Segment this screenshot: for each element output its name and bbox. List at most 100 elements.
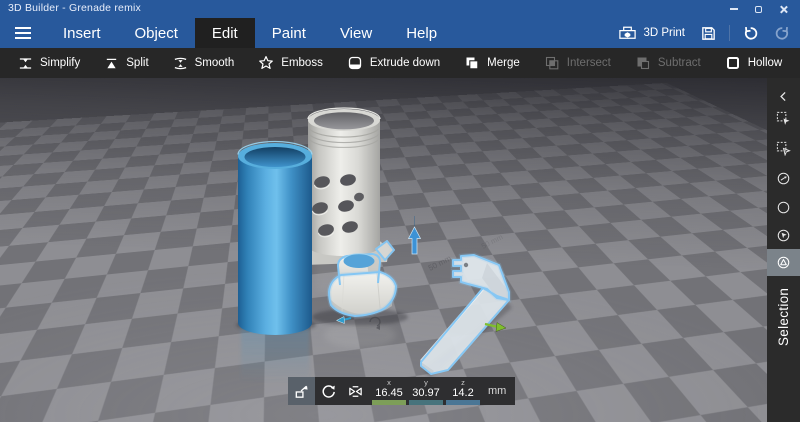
intersect-label: Intersect (566, 57, 611, 69)
scale-tool-icon (349, 385, 362, 397)
hollow-button[interactable]: Hollow (713, 48, 795, 78)
move-tool-icon (295, 385, 308, 398)
smooth-icon (174, 57, 186, 69)
menu-object[interactable]: Object (118, 18, 195, 48)
x-accent-underline (372, 400, 406, 405)
minimize-button[interactable] (721, 0, 746, 18)
rotate-tool-button[interactable] (315, 377, 342, 405)
x-axis-label: x (387, 378, 391, 387)
smooth-button[interactable]: Smooth (161, 48, 247, 78)
marquee-select-icon (776, 111, 790, 125)
perforated-cylinder-object[interactable] (303, 107, 389, 265)
transform-bar: x 16.45 y 30.97 z 14.2 mm (288, 377, 516, 405)
circle-arrow-icon (777, 172, 790, 185)
edit-toolbar: Simplify Split Smooth Emboss Extrude dow… (0, 48, 800, 78)
split-button[interactable]: Split (92, 48, 160, 78)
y-dimension-field[interactable]: y 30.97 (409, 377, 443, 405)
3d-viewport[interactable]: 50 mm 50 mm x 16.45 y 30.97 z 14.2 mm (0, 78, 800, 422)
circle-triangle-icon (777, 256, 790, 269)
intersect-button[interactable]: Intersect (532, 48, 623, 78)
z-dimension-field[interactable]: z 14.2 (446, 377, 480, 405)
unit-label: mm (488, 385, 507, 397)
window-controls (721, 0, 796, 18)
menubar: Insert Object Edit Paint View Help 3D Pr… (0, 18, 800, 48)
window-title: 3D Builder - Grenade remix (8, 2, 141, 14)
split-icon (107, 58, 117, 68)
save-icon (702, 26, 715, 40)
menu-help[interactable]: Help (389, 18, 454, 48)
smooth-label: Smooth (194, 57, 235, 69)
select-none-button[interactable] (767, 135, 800, 162)
maximize-button[interactable] (746, 0, 771, 18)
rotate-tool-icon (322, 384, 335, 398)
scale-tool-button[interactable] (342, 377, 369, 405)
maximize-icon (755, 5, 762, 13)
extrude-down-label: Extrude down (369, 57, 441, 69)
cursor-select-mode-button[interactable] (767, 222, 800, 249)
split-label: Split (126, 57, 149, 69)
close-button[interactable] (771, 0, 796, 18)
titlebar: 3D Builder - Grenade remix (0, 0, 800, 18)
move-tool-button[interactable] (288, 377, 315, 405)
selection-mode-circle-button[interactable] (767, 194, 800, 221)
toolbar-divider (729, 25, 730, 41)
chevron-left-icon (780, 91, 786, 102)
menu-edit[interactable]: Edit (194, 18, 255, 48)
z-axis-label: z (461, 378, 465, 387)
subtract-icon (637, 57, 649, 70)
z-accent-underline (446, 400, 480, 405)
marquee-deselect-icon (776, 141, 791, 156)
x-dimension-value: 16.45 (375, 387, 403, 399)
redo-icon (775, 26, 789, 40)
y-accent-underline (409, 400, 443, 405)
menu-paint[interactable]: Paint (255, 18, 323, 48)
move-up-handle[interactable] (407, 216, 422, 255)
floor-measurement-label: 50 mm (427, 254, 453, 273)
circle-cursor-icon (777, 229, 790, 242)
3d-print-label: 3D Print (643, 27, 685, 39)
emboss-button[interactable]: Emboss (246, 48, 335, 78)
3d-builder-window: 3D Builder - Grenade remix Insert Object… (0, 0, 800, 422)
close-icon (779, 5, 788, 14)
invert-selection-button[interactable] (767, 165, 800, 192)
x-dimension-field[interactable]: x 16.45 (372, 377, 406, 405)
selection-sidebar: Selection (767, 78, 800, 422)
floor-measurement-label: 50 mm (480, 232, 505, 250)
y-axis-label: y (424, 378, 428, 387)
extrude-down-button[interactable]: Extrude down (335, 48, 452, 78)
emboss-label: Emboss (281, 57, 323, 69)
merge-icon (466, 57, 479, 70)
merge-button[interactable]: Merge (452, 48, 532, 78)
simplify-icon (19, 57, 32, 69)
extrude-down-icon (348, 56, 361, 70)
hamburger-menu-button[interactable] (0, 18, 46, 48)
circle-icon (777, 201, 790, 214)
emboss-icon (259, 56, 274, 69)
simplify-button[interactable]: Simplify (6, 48, 92, 78)
subtract-label: Subtract (657, 57, 701, 69)
menu-view[interactable]: View (323, 18, 389, 48)
selection-panel-label[interactable]: Selection (767, 276, 800, 358)
undo-button[interactable] (739, 23, 762, 44)
active-selection-mode-button[interactable] (767, 249, 800, 276)
hollow-icon (726, 57, 739, 69)
simplify-label: Simplify (40, 57, 81, 69)
y-dimension-value: 30.97 (412, 387, 440, 399)
menu-insert[interactable]: Insert (46, 18, 118, 48)
subtract-button[interactable]: Subtract (623, 48, 713, 78)
redo-button[interactable] (771, 23, 794, 44)
hollow-label: Hollow (747, 57, 783, 69)
z-dimension-value: 14.2 (452, 387, 474, 399)
blue-cylinder-object[interactable] (237, 140, 313, 335)
menubar-right-actions: 3D Print (615, 18, 794, 48)
save-button[interactable] (697, 23, 720, 44)
minimize-icon (729, 8, 738, 10)
3d-print-icon (619, 26, 637, 39)
merge-label: Merge (487, 57, 520, 69)
grenade-lever-object[interactable] (420, 252, 512, 375)
select-all-button[interactable] (767, 105, 800, 132)
undo-icon (744, 26, 758, 40)
3d-scene: 50 mm 50 mm (236, 107, 512, 383)
menu-items: Insert Object Edit Paint View Help (46, 18, 454, 48)
3d-print-button[interactable]: 3D Print (615, 23, 688, 43)
